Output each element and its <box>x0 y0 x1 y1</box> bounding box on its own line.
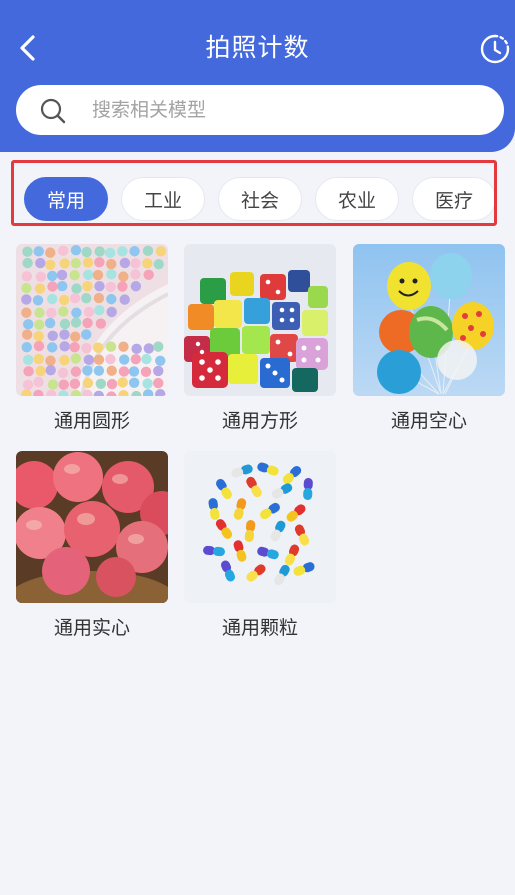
capsules-photo <box>184 451 336 603</box>
model-label: 通用颗粒 <box>221 617 298 639</box>
model-label: 通用圆形 <box>53 410 130 432</box>
apples-photo <box>16 451 168 603</box>
category-tabs: 常用 工业 社会 农业 医疗 <box>24 177 494 221</box>
balloons-photo <box>353 244 505 396</box>
tab-industry[interactable]: 工业 <box>121 177 205 221</box>
model-label: 通用实心 <box>53 617 130 639</box>
model-card-granule[interactable]: 通用颗粒 <box>184 451 336 641</box>
search-bar[interactable] <box>16 85 504 135</box>
page-title: 拍照计数 <box>205 33 310 62</box>
history-clock-icon <box>480 34 510 64</box>
tab-agriculture[interactable]: 农业 <box>315 177 399 221</box>
tab-medical[interactable]: 医疗 <box>412 177 494 221</box>
model-label: 通用空心 <box>390 410 467 432</box>
model-label: 通用方形 <box>221 410 298 432</box>
tab-common[interactable]: 常用 <box>24 177 108 221</box>
model-card-round[interactable]: 通用圆形 <box>16 244 168 434</box>
app-header: 拍照计数 <box>0 0 515 152</box>
model-card-solid[interactable]: 通用实心 <box>16 451 168 641</box>
beads-photo <box>16 244 168 396</box>
tab-society[interactable]: 社会 <box>218 177 302 221</box>
search-icon <box>40 98 66 124</box>
model-card-square[interactable]: 通用方形 <box>184 244 336 434</box>
category-tabs-highlight: 常用 工业 社会 农业 医疗 <box>11 160 497 226</box>
search-input[interactable] <box>92 93 482 127</box>
history-button[interactable] <box>479 33 511 65</box>
dice-photo <box>184 244 336 396</box>
model-card-hollow[interactable]: 通用空心 <box>353 244 505 434</box>
